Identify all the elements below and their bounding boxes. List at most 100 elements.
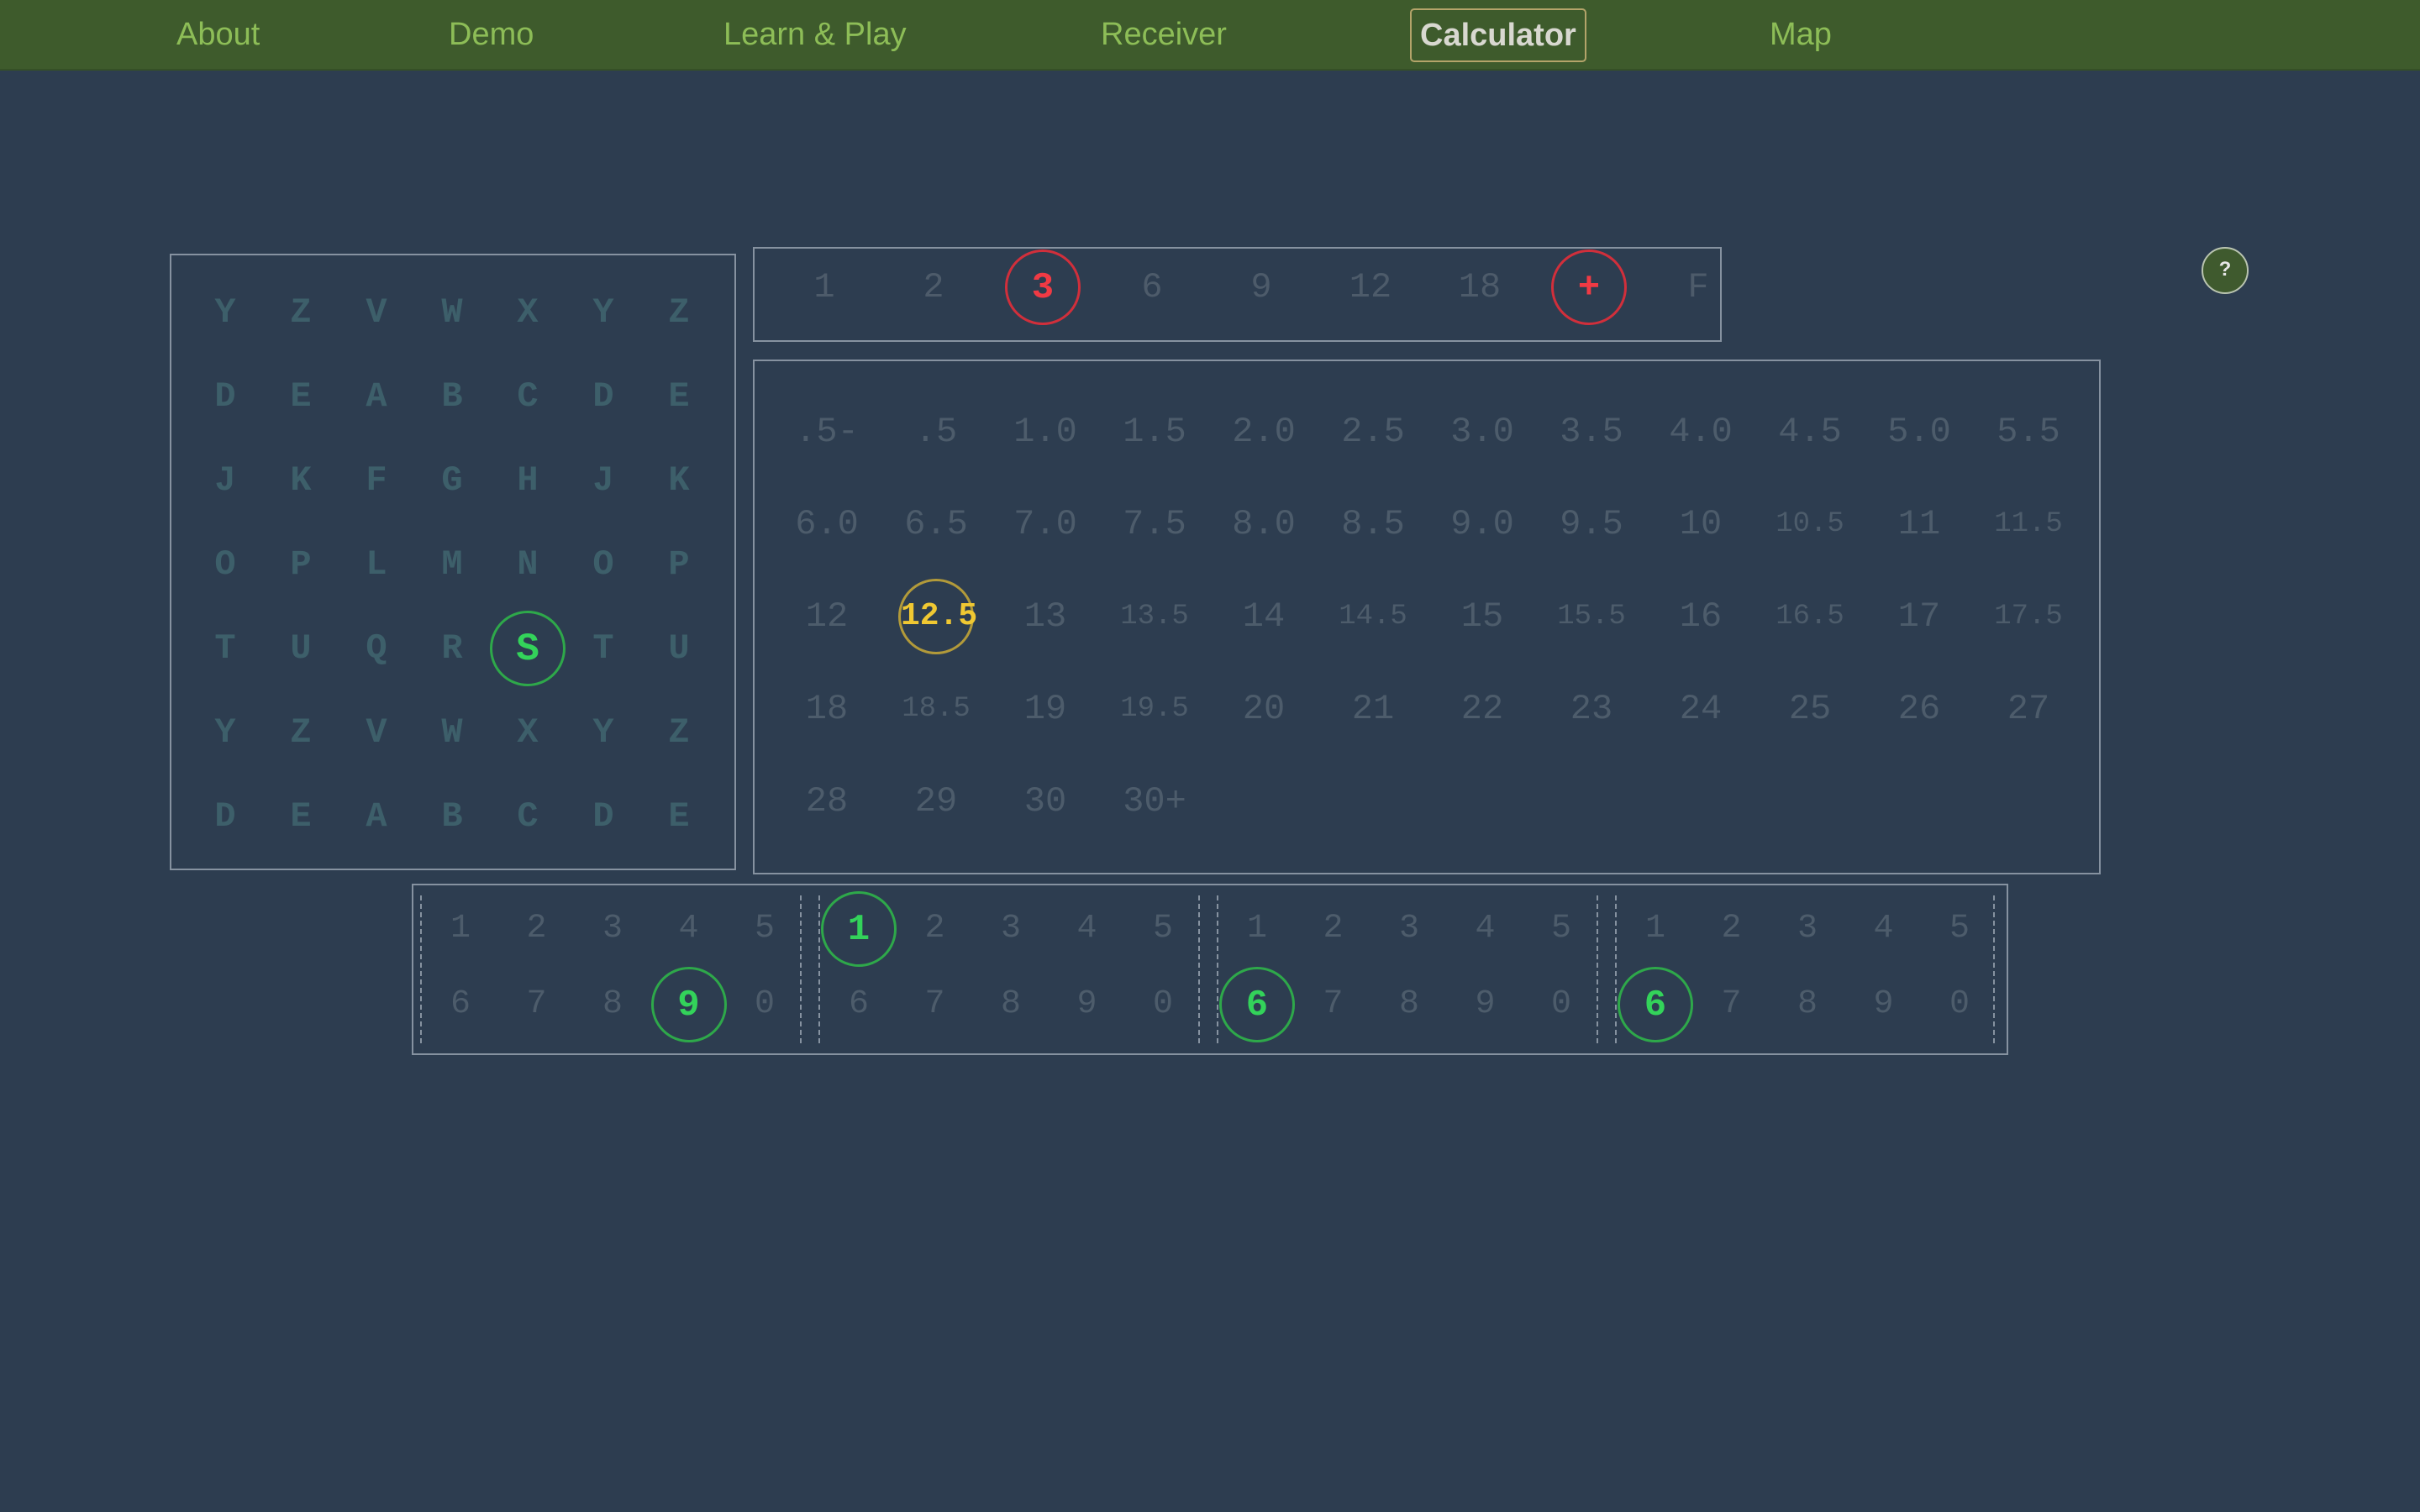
- letter-cell[interactable]: X: [494, 699, 561, 766]
- top-selector-item[interactable]: 12: [1337, 254, 1404, 321]
- digit-cell[interactable]: 0: [1926, 971, 1993, 1038]
- value-cell[interactable]: 11: [1898, 504, 1940, 544]
- value-cell[interactable]: 7.5: [1123, 504, 1186, 544]
- value-cell[interactable]: 20: [1243, 689, 1285, 729]
- value-cell[interactable]: 29: [915, 781, 957, 822]
- value-cell[interactable]: 5.0: [1887, 412, 1951, 452]
- value-cell-selected[interactable]: 12.5: [898, 579, 977, 654]
- letter-cell[interactable]: E: [267, 783, 334, 850]
- value-cell[interactable]: 4.5: [1778, 412, 1842, 452]
- letter-cell[interactable]: D: [192, 363, 259, 430]
- value-cell[interactable]: 14.5: [1339, 601, 1407, 633]
- value-cell[interactable]: 18: [806, 689, 848, 729]
- letter-cell[interactable]: K: [645, 447, 713, 514]
- value-cell[interactable]: 8.0: [1232, 504, 1296, 544]
- value-cell[interactable]: 10.5: [1776, 508, 1844, 540]
- top-selector-item[interactable]: 6: [1118, 254, 1186, 321]
- letter-cell[interactable]: B: [418, 363, 486, 430]
- digit-cell[interactable]: 2: [1300, 895, 1367, 963]
- letter-cell[interactable]: D: [192, 783, 259, 850]
- value-cell[interactable]: 22: [1461, 689, 1503, 729]
- nav-about[interactable]: About: [176, 10, 260, 59]
- value-cell[interactable]: 4.0: [1669, 412, 1733, 452]
- digit-cell[interactable]: 5: [1926, 895, 1993, 963]
- value-cell[interactable]: 21: [1352, 689, 1394, 729]
- digit-cell[interactable]: 4: [1452, 895, 1519, 963]
- top-selector-item[interactable]: 2: [900, 254, 967, 321]
- value-cell[interactable]: 13.5: [1120, 601, 1189, 633]
- letter-cell[interactable]: P: [267, 531, 334, 598]
- top-selector-item[interactable]: 9: [1228, 254, 1295, 321]
- letter-cell[interactable]: O: [192, 531, 259, 598]
- digit-cell[interactable]: 8: [977, 971, 1044, 1038]
- value-cell[interactable]: 2.0: [1232, 412, 1296, 452]
- value-cell[interactable]: 16.5: [1776, 601, 1844, 633]
- value-cell[interactable]: 9.5: [1560, 504, 1623, 544]
- value-cell[interactable]: 17.5: [1994, 601, 2063, 633]
- value-cell[interactable]: 24: [1680, 689, 1722, 729]
- letter-cell[interactable]: W: [418, 699, 486, 766]
- value-cell[interactable]: 30+: [1123, 781, 1186, 822]
- nav-demo[interactable]: Demo: [449, 10, 534, 59]
- letter-cell[interactable]: Y: [570, 699, 637, 766]
- letter-cell[interactable]: O: [570, 531, 637, 598]
- letter-cell[interactable]: E: [267, 363, 334, 430]
- letter-cell[interactable]: C: [494, 783, 561, 850]
- digit-cell[interactable]: 1: [1223, 895, 1291, 963]
- value-cell[interactable]: .5: [915, 412, 957, 452]
- letter-cell[interactable]: E: [645, 783, 713, 850]
- letter-cell[interactable]: H: [494, 447, 561, 514]
- value-cell[interactable]: 3.0: [1450, 412, 1514, 452]
- digit-cell[interactable]: 0: [1129, 971, 1197, 1038]
- letter-cell[interactable]: U: [267, 615, 334, 682]
- digit-cell[interactable]: 3: [579, 895, 646, 963]
- value-cell[interactable]: 18.5: [902, 693, 971, 725]
- value-cell[interactable]: 15: [1461, 596, 1503, 637]
- digit-cell[interactable]: 1: [427, 895, 494, 963]
- digit-cell[interactable]: 8: [1376, 971, 1443, 1038]
- digit-cell[interactable]: 0: [1528, 971, 1595, 1038]
- value-cell[interactable]: 16: [1680, 596, 1722, 637]
- value-cell[interactable]: 26: [1898, 689, 1940, 729]
- digit-cell[interactable]: 8: [579, 971, 646, 1038]
- value-cell[interactable]: 6.5: [904, 504, 968, 544]
- value-cell[interactable]: 10: [1680, 504, 1722, 544]
- letter-cell[interactable]: B: [418, 783, 486, 850]
- letter-cell[interactable]: C: [494, 363, 561, 430]
- letter-cell[interactable]: T: [192, 615, 259, 682]
- value-cell[interactable]: 1.0: [1013, 412, 1077, 452]
- value-cell[interactable]: 5.5: [1996, 412, 2060, 452]
- value-cell[interactable]: 27: [2007, 689, 2049, 729]
- letter-cell[interactable]: Z: [645, 279, 713, 346]
- value-cell[interactable]: 6.0: [795, 504, 859, 544]
- value-cell[interactable]: 19.5: [1120, 693, 1189, 725]
- letter-cell[interactable]: Y: [192, 279, 259, 346]
- value-cell[interactable]: 17: [1898, 596, 1940, 637]
- letter-cell[interactable]: T: [570, 615, 637, 682]
- letter-cell[interactable]: K: [267, 447, 334, 514]
- letter-cell[interactable]: J: [192, 447, 259, 514]
- digit-cell[interactable]: 4: [655, 895, 723, 963]
- digit-cell[interactable]: 3: [1376, 895, 1443, 963]
- digit-cell[interactable]: 3: [977, 895, 1044, 963]
- letter-cell[interactable]: L: [343, 531, 410, 598]
- letter-cell[interactable]: Z: [267, 699, 334, 766]
- letter-cell[interactable]: V: [343, 699, 410, 766]
- letter-cell[interactable]: D: [570, 363, 637, 430]
- digit-cell[interactable]: 4: [1850, 895, 1918, 963]
- letter-cell[interactable]: A: [343, 363, 410, 430]
- value-cell[interactable]: 19: [1024, 689, 1066, 729]
- digit-cell-selected[interactable]: 6: [1219, 967, 1295, 1042]
- nav-receiver[interactable]: Receiver: [1101, 10, 1227, 59]
- value-cell[interactable]: 13: [1024, 596, 1066, 637]
- value-cell[interactable]: 15.5: [1557, 601, 1626, 633]
- letter-cell[interactable]: Y: [192, 699, 259, 766]
- top-selector-item[interactable]: F: [1665, 254, 1732, 321]
- value-cell[interactable]: 14: [1243, 596, 1285, 637]
- letter-cell[interactable]: D: [570, 783, 637, 850]
- value-cell[interactable]: 28: [806, 781, 848, 822]
- value-cell[interactable]: 1.5: [1123, 412, 1186, 452]
- help-button[interactable]: ?: [2202, 247, 2249, 294]
- letter-cell[interactable]: W: [418, 279, 486, 346]
- value-cell[interactable]: 30: [1024, 781, 1066, 822]
